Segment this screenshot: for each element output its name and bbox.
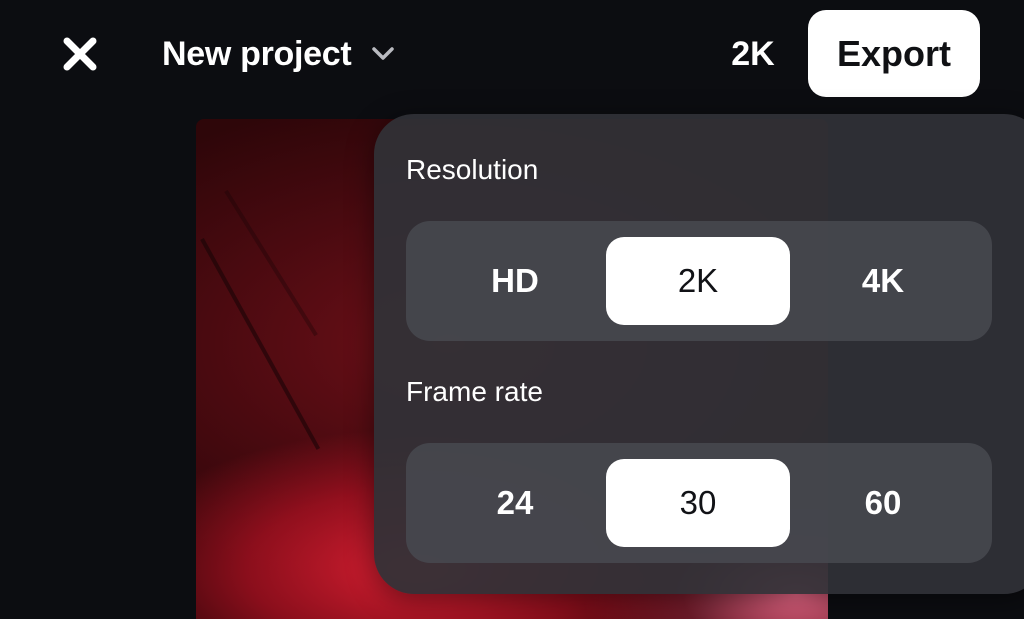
frame-rate-option-24[interactable]: 24	[423, 459, 607, 547]
frame-rate-option-60[interactable]: 60	[791, 459, 975, 547]
project-title-dropdown[interactable]: New project	[162, 30, 397, 78]
preview-detail	[200, 238, 321, 450]
resolution-option-4k[interactable]: 4K	[791, 237, 975, 325]
resolution-option-hd[interactable]: HD	[423, 237, 607, 325]
frame-rate-selector: 24 30 60	[406, 443, 992, 563]
resolution-option-2k[interactable]: 2K	[606, 237, 790, 325]
project-title: New project	[162, 34, 352, 73]
close-icon	[63, 37, 97, 71]
frame-rate-option-30[interactable]: 30	[606, 459, 790, 547]
editor-screen: New project 2K Export Resolution HD 2K 4…	[0, 0, 1024, 619]
export-settings-popover: Resolution HD 2K 4K Frame rate 24 30 60	[374, 114, 1024, 594]
export-button[interactable]: Export	[808, 10, 980, 97]
close-button[interactable]	[58, 32, 102, 76]
resolution-label: Resolution	[406, 154, 539, 185]
resolution-selector: HD 2K 4K	[406, 221, 992, 341]
resolution-indicator[interactable]: 2K	[716, 30, 790, 78]
chevron-down-icon	[369, 40, 397, 68]
frame-rate-label: Frame rate	[406, 376, 543, 407]
preview-detail	[224, 189, 318, 337]
